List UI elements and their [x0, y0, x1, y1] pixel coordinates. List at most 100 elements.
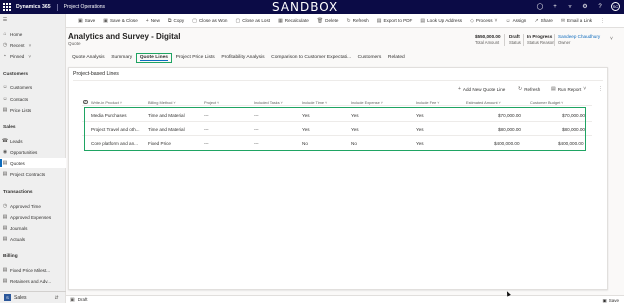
nav-item-recent[interactable]: ◷ Recent ˅: [0, 40, 66, 50]
col-include-expense[interactable]: Include Expense˅: [351, 100, 383, 105]
lightbulb-icon[interactable]: ◯: [536, 3, 544, 11]
header-total-amount: $550,000.00 Total Amount: [475, 34, 501, 45]
email-link-button[interactable]: ✉ Email a Link: [561, 18, 592, 24]
recalculate-icon: ▦: [278, 17, 283, 24]
process-button[interactable]: ◇ Process ˅: [470, 18, 497, 24]
nav-label: Recent: [10, 42, 25, 48]
new-button[interactable]: + New: [146, 18, 160, 24]
area-switcher[interactable]: S Sales ⇵: [0, 291, 66, 303]
filter-icon[interactable]: ▿: [566, 3, 574, 11]
copy-button[interactable]: ⧉ Copy: [168, 18, 184, 24]
nav-item-customers[interactable]: ☺ Customers: [0, 82, 66, 92]
nav-item-pinned[interactable]: ⋆ Pinned ˅: [0, 51, 66, 61]
cmd-label: Run Report: [557, 86, 582, 92]
tab-label: Quote Lines: [139, 55, 169, 61]
top-navigation-bar: Dynamics 365 Project Operations SANDBOX …: [0, 0, 624, 14]
header-label: Total Amount: [475, 40, 500, 45]
tab-quote-lines[interactable]: Quote Lines: [135, 53, 173, 63]
chevron-down-icon[interactable]: ˅: [29, 43, 32, 48]
owner-link[interactable]: Sandeep Chaudhury: [558, 34, 600, 39]
look-up-address-button[interactable]: ▤ Look Up Address: [420, 18, 462, 24]
export-pdf-button[interactable]: ▤ Export to PDF: [377, 18, 413, 24]
tab-related[interactable]: Related: [385, 53, 408, 63]
tab-project-price-lists[interactable]: Project Price Lists: [173, 53, 218, 63]
hamburger-icon[interactable]: ☰: [0, 17, 10, 23]
avatar[interactable]: SC: [611, 2, 620, 11]
nav-label: Price Lists: [10, 107, 32, 113]
close-won-icon: ▢: [192, 17, 197, 24]
nav-item-retainers[interactable]: ▤ Retainers and Adv...: [0, 276, 66, 286]
grid-refresh-button[interactable]: ↻ Refresh: [518, 86, 540, 92]
close-as-won-button[interactable]: ▢ Close as Won: [192, 18, 227, 24]
command-bar: ▣ Save ▣ Save & Close + New ⧉ Copy ▢ Close as…: [66, 14, 624, 28]
rows-highlight-box: [84, 107, 586, 151]
run-report-button[interactable]: ▤ Run Report ˅: [551, 86, 586, 92]
nav-label: Quotes: [10, 160, 25, 166]
refresh-icon: ↻: [346, 17, 351, 24]
lead-icon: ☎: [1, 138, 9, 144]
col-project[interactable]: Project˅: [204, 100, 219, 105]
help-icon[interactable]: ?: [596, 3, 604, 11]
nav-item-contacts[interactable]: ☺ Contacts: [0, 94, 66, 104]
plus-icon[interactable]: +: [551, 3, 559, 11]
gear-icon[interactable]: ⚙: [581, 3, 589, 11]
nav-item-approved-time[interactable]: ◷ Approved Time: [0, 201, 66, 211]
save-close-button[interactable]: ▣ Save & Close: [103, 18, 138, 24]
app-name[interactable]: Dynamics 365: [16, 4, 51, 10]
status-save-button[interactable]: ▣ Save: [602, 298, 619, 303]
tab-profitability-analysis[interactable]: Profitability Analysis: [218, 53, 267, 63]
add-quote-line-button[interactable]: + Add New Quote Line: [458, 86, 505, 92]
col-write-in-product[interactable]: Write-in Product˅: [91, 100, 122, 105]
nav-item-fixed-price-milestones[interactable]: ▤ Fixed Price Milest...: [0, 265, 66, 275]
recalculate-button[interactable]: ▦ Recalculate: [278, 18, 309, 24]
select-all-checkbox[interactable]: ✓: [83, 99, 88, 104]
nav-label: Leads: [10, 138, 23, 144]
chevron-down-icon[interactable]: ˅: [28, 54, 31, 59]
save-button[interactable]: ▣ Save: [78, 18, 95, 24]
close-as-lost-button[interactable]: ▢ Close as Lost: [235, 18, 270, 24]
chevron-down-icon: ˅: [494, 17, 498, 24]
nav-item-journals[interactable]: ▤ Journals: [0, 223, 66, 233]
refresh-button[interactable]: ↻ Refresh: [346, 18, 368, 24]
col-customer-budget[interactable]: Customer Budget˅: [530, 100, 563, 105]
nav-item-actuals[interactable]: ▤ Actuals: [0, 234, 66, 244]
header-owner[interactable]: Sandeep Chaudhury Owner: [558, 34, 600, 45]
pin-icon: ⋆: [3, 53, 7, 59]
chevron-down-icon: ˅: [325, 100, 328, 105]
chevron-down-icon[interactable]: ˅: [610, 36, 613, 42]
nav-item-quotes[interactable]: ▤ Quotes: [0, 158, 66, 168]
more-commands-button[interactable]: ⋮: [600, 18, 605, 24]
col-include-fee[interactable]: Include Fee˅: [416, 100, 439, 105]
app-launcher-icon[interactable]: [3, 3, 11, 11]
save-icon: ▣: [78, 17, 83, 24]
email-link-icon: ✉: [560, 17, 566, 24]
area-name[interactable]: Project Operations: [64, 4, 105, 10]
col-included-tasks[interactable]: Included Tasks˅: [254, 100, 283, 105]
nav-item-leads[interactable]: ☎ Leads: [0, 136, 66, 146]
chevron-down-icon: ˅: [217, 100, 220, 105]
col-billing-method[interactable]: Billing Method˅: [148, 100, 176, 105]
delete-button[interactable]: 🗑︎ Delete: [317, 18, 339, 24]
share-button[interactable]: ↗ Share: [534, 18, 552, 24]
copy-icon: ⧉: [167, 17, 172, 24]
nav-label: Project Contracts: [10, 171, 46, 177]
tab-comparison[interactable]: Comparison to Customer Expectati...: [268, 53, 354, 63]
nav-item-home[interactable]: ⌂ Home: [0, 29, 66, 39]
nav-item-price-lists[interactable]: ▤ Price Lists: [0, 105, 66, 115]
col-estimated-amount[interactable]: Estimated Amount˅: [466, 100, 501, 105]
tab-customers[interactable]: Customers: [355, 53, 385, 63]
chevron-down-icon: ˅: [498, 100, 501, 105]
header-value: Draft: [509, 34, 520, 39]
col-label: Write-in Product: [91, 99, 119, 105]
nav-item-opportunities[interactable]: ◉ Opportunities: [0, 147, 66, 157]
nav-item-project-contracts[interactable]: ▤ Project Contracts: [0, 169, 66, 179]
tab-summary[interactable]: Summary: [108, 53, 135, 63]
nav-item-approved-expenses[interactable]: ▤ Approved Expenses: [0, 212, 66, 222]
tab-quote-analysis[interactable]: Quote Analysis: [69, 53, 108, 63]
col-include-time[interactable]: Include Time˅: [302, 100, 327, 105]
assign-button[interactable]: ☺ Assign: [505, 18, 526, 24]
chevron-down-icon: ˅: [280, 100, 283, 105]
hamburger-menu[interactable]: ☰: [0, 15, 66, 25]
grid-more-button[interactable]: ⋮: [598, 86, 603, 92]
popout-icon[interactable]: ▣: [70, 297, 75, 303]
